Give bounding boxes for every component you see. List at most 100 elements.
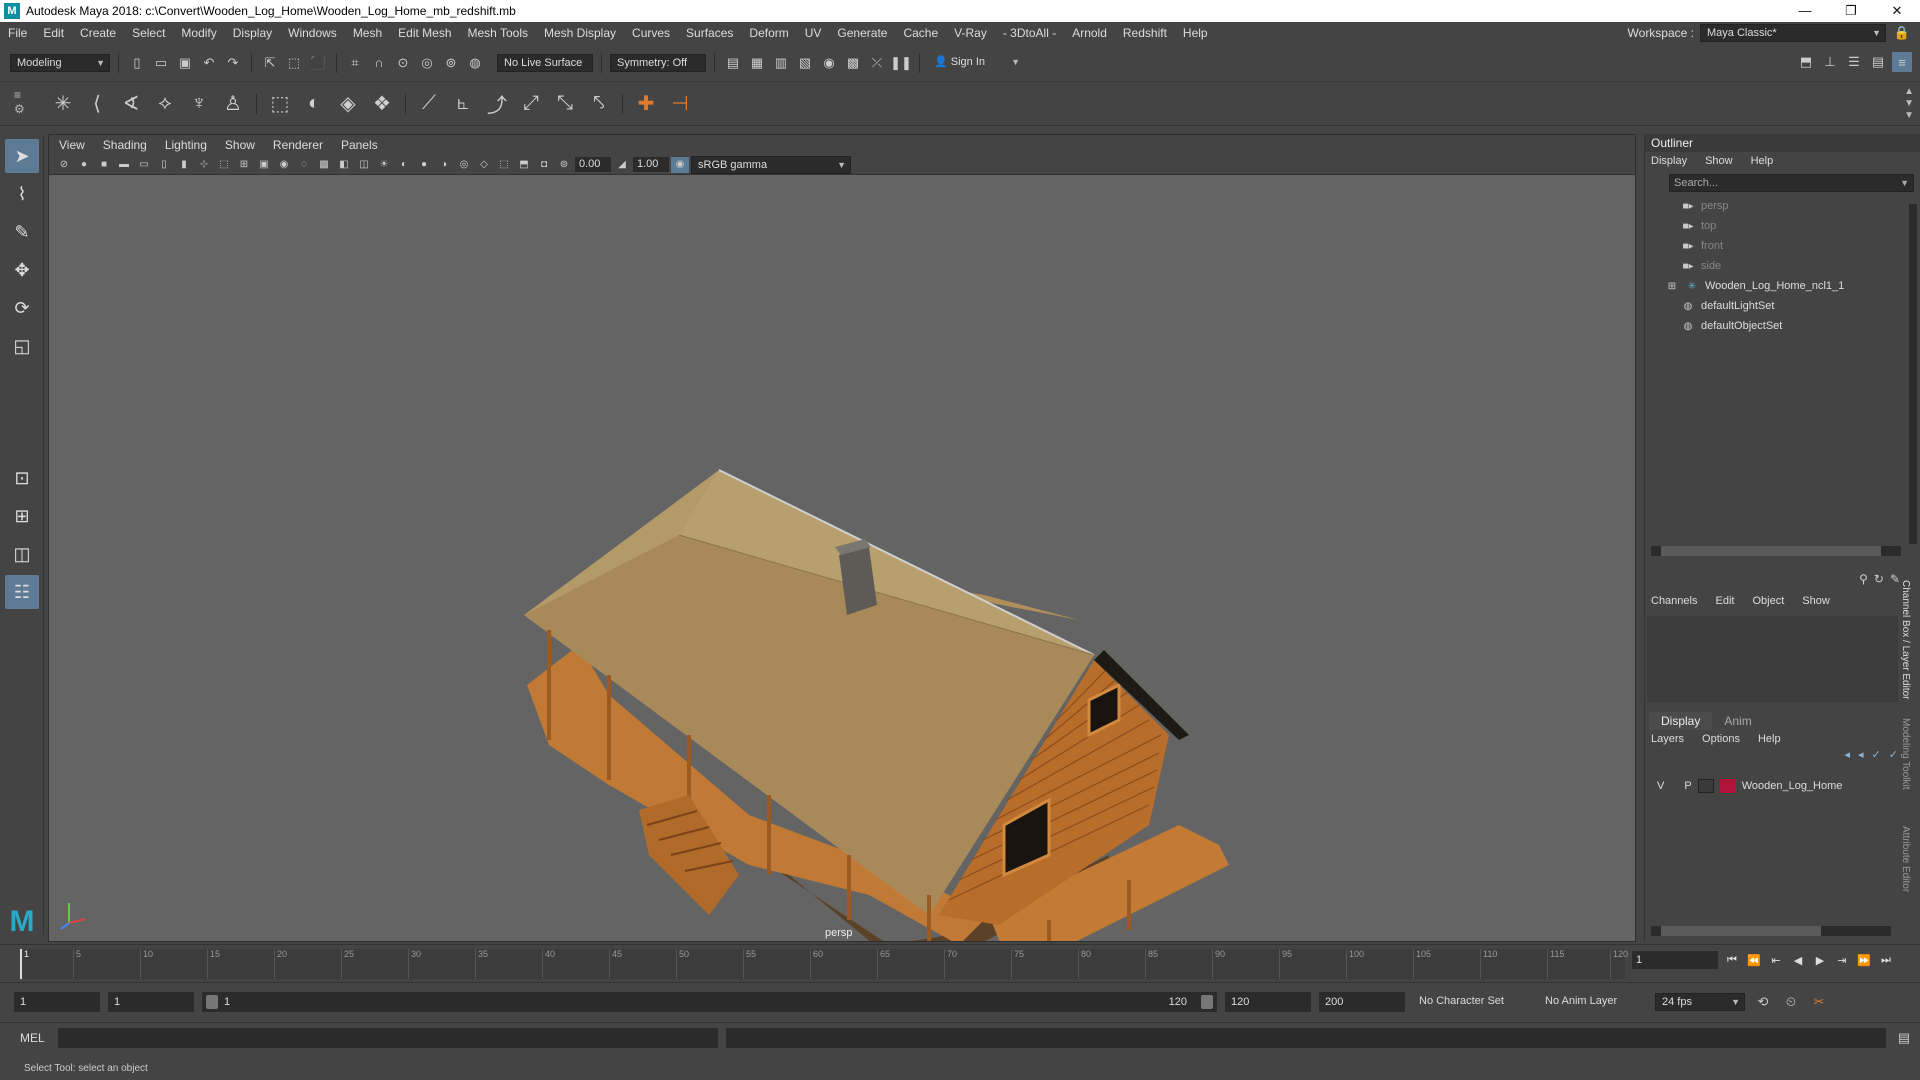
- layer-visibility-toggle[interactable]: V: [1657, 780, 1664, 792]
- channel-menu-show[interactable]: Show: [1802, 595, 1830, 607]
- outliner-item-wooden-log-home[interactable]: ⊞ ✳ Wooden_Log_Home_ncl1_1: [1645, 276, 1920, 296]
- scene-start-field[interactable]: 1: [14, 991, 100, 1012]
- menu-arnold[interactable]: Arnold: [1064, 26, 1115, 40]
- layer-row[interactable]: V P Wooden_Log_Home: [1647, 776, 1918, 796]
- outliner-item-persp[interactable]: ■▸ persp: [1645, 196, 1920, 216]
- menu-mesh[interactable]: Mesh: [345, 26, 390, 40]
- cluster-icon[interactable]: ⟋: [414, 89, 444, 119]
- snap-curve-icon[interactable]: ∩: [369, 53, 389, 73]
- symmetry-dropdown[interactable]: Symmetry: Off: [610, 53, 706, 72]
- range-start-handle[interactable]: [206, 994, 218, 1009]
- skeleton-icon[interactable]: ♆: [184, 89, 214, 119]
- paint-select-icon[interactable]: ✎: [5, 215, 39, 249]
- outliner-search-input[interactable]: Search... ▼: [1669, 174, 1914, 192]
- snap-live-icon[interactable]: ◍: [465, 53, 485, 73]
- image-plane-icon[interactable]: ▬: [115, 157, 133, 173]
- rotate-tool-icon[interactable]: ⟳: [5, 291, 39, 325]
- shelf-scroll-icon[interactable]: ▲ ▼ ▼: [1904, 86, 1914, 122]
- outliner-item-default-light-set[interactable]: ◍ defaultLightSet: [1645, 296, 1920, 316]
- menu-uv[interactable]: UV: [797, 26, 830, 40]
- maximize-button[interactable]: ❐: [1828, 0, 1874, 22]
- layer-color-swatch[interactable]: [1719, 779, 1736, 793]
- range-end-handle[interactable]: [1201, 994, 1213, 1009]
- side-tab-modeling-toolkit[interactable]: Modeling Toolkit: [1900, 718, 1911, 818]
- menu-select[interactable]: Select: [124, 26, 173, 40]
- isolate-select-icon[interactable]: ⬚: [495, 157, 513, 173]
- layers-menu-layers[interactable]: Layers: [1651, 733, 1684, 745]
- close-button[interactable]: ✕: [1874, 0, 1920, 22]
- select-component-icon[interactable]: ⬛: [308, 53, 328, 73]
- color-space-dropdown[interactable]: sRGB gamma ▼: [691, 155, 851, 174]
- pause-render-icon[interactable]: ❚❚: [890, 53, 912, 73]
- modeling-toolkit-icon[interactable]: ⬒: [1796, 52, 1816, 72]
- use-all-lights-icon[interactable]: ☀: [375, 157, 393, 173]
- safe-action-icon[interactable]: ⬚: [215, 157, 233, 173]
- step-back-key-icon[interactable]: ⏪: [1746, 952, 1762, 968]
- menu-edit[interactable]: Edit: [35, 26, 72, 40]
- menu-deform[interactable]: Deform: [741, 26, 796, 40]
- outliner-layout-icon[interactable]: ☷: [5, 575, 39, 609]
- wrap-icon[interactable]: ⤡: [550, 89, 580, 119]
- gamma-field[interactable]: 1.00: [633, 157, 669, 172]
- side-tab-attribute-editor[interactable]: Attribute Editor: [1900, 826, 1911, 926]
- menu-modify[interactable]: Modify: [173, 26, 224, 40]
- menu-surfaces[interactable]: Surfaces: [678, 26, 741, 40]
- time-ruler[interactable]: 1 5 10 15 20 25 30 35 40 45 50 55 60 65 …: [20, 949, 1628, 979]
- save-scene-icon[interactable]: ▣: [175, 53, 195, 73]
- layer-name[interactable]: Wooden_Log_Home: [1742, 780, 1843, 792]
- fps-dropdown[interactable]: 24 fps ▼: [1655, 992, 1745, 1011]
- curve-tool-icon[interactable]: ⟡: [150, 89, 180, 119]
- expand-icon[interactable]: ⊞: [1665, 280, 1679, 292]
- new-layer-selected-icon[interactable]: ✓: [1889, 748, 1898, 768]
- shadows-icon[interactable]: ◐: [395, 157, 413, 173]
- sign-in-button[interactable]: 👤 Sign In ▼: [928, 53, 1024, 72]
- select-object-icon[interactable]: ⬚: [284, 53, 304, 73]
- pole-vector-icon[interactable]: ⊣: [665, 89, 695, 119]
- camera-attributes-icon[interactable]: ●: [75, 157, 93, 173]
- grid-icon[interactable]: ⊞: [235, 157, 253, 173]
- menu-create[interactable]: Create: [72, 26, 124, 40]
- field-chart-icon[interactable]: ⊹: [195, 157, 213, 173]
- script-language-label[interactable]: MEL: [20, 1031, 50, 1045]
- viewport-menu-view[interactable]: View: [59, 138, 85, 152]
- exposure-field[interactable]: 0.00: [575, 157, 611, 172]
- layers-menu-help[interactable]: Help: [1758, 733, 1781, 745]
- film-gate-icon[interactable]: ▭: [135, 157, 153, 173]
- menu-mesh-display[interactable]: Mesh Display: [536, 26, 624, 40]
- character-controls-icon[interactable]: ⊥: [1820, 52, 1840, 72]
- outliner-item-top[interactable]: ■▸ top: [1645, 216, 1920, 236]
- smooth-shade-icon[interactable]: ◉: [275, 157, 293, 173]
- go-to-start-icon[interactable]: ⏮: [1724, 952, 1740, 968]
- open-scene-icon[interactable]: ▭: [151, 53, 171, 73]
- side-tab-channel-box[interactable]: Channel Box / Layer Editor: [1900, 580, 1911, 710]
- outliner-menu-display[interactable]: Display: [1651, 155, 1687, 167]
- outliner-item-default-object-set[interactable]: ◍ defaultObjectSet: [1645, 316, 1920, 336]
- xray-active-icon[interactable]: ◘: [535, 157, 553, 173]
- viewport-menu-lighting[interactable]: Lighting: [165, 138, 207, 152]
- scrollbar-thumb[interactable]: [1661, 926, 1821, 936]
- two-view-icon[interactable]: ◫: [5, 537, 39, 571]
- current-frame-field[interactable]: 1: [1632, 951, 1718, 969]
- command-input[interactable]: [58, 1027, 718, 1048]
- viewport-menu-panels[interactable]: Panels: [341, 138, 378, 152]
- humanik-icon[interactable]: ♙: [218, 89, 248, 119]
- tab-display[interactable]: Display: [1649, 712, 1713, 730]
- layers-hscrollbar[interactable]: [1651, 926, 1891, 936]
- outliner-item-side[interactable]: ■▸ side: [1645, 256, 1920, 276]
- live-surface-field[interactable]: No Live Surface: [497, 53, 593, 72]
- select-tool-icon[interactable]: ➤: [5, 139, 39, 173]
- xray-icon[interactable]: ◫: [355, 157, 373, 173]
- xray-joints-icon[interactable]: ⬒: [515, 157, 533, 173]
- default-material-icon[interactable]: ◌: [295, 157, 313, 173]
- move-layer-down-icon[interactable]: ◂: [1858, 748, 1864, 768]
- textured-icon[interactable]: ▩: [315, 157, 333, 173]
- character-set-dropdown[interactable]: No Character Set: [1413, 992, 1531, 1011]
- channel-box-edit-icon[interactable]: ✎: [1890, 572, 1900, 592]
- ambient-occlusion-icon[interactable]: ●: [415, 157, 433, 173]
- channel-menu-channels[interactable]: Channels: [1651, 595, 1697, 607]
- render-view-icon[interactable]: ▩: [843, 53, 863, 73]
- viewport-menu-renderer[interactable]: Renderer: [273, 138, 323, 152]
- ipr-render-icon[interactable]: ▥: [771, 53, 791, 73]
- step-forward-frame-icon[interactable]: ⇥: [1834, 952, 1850, 968]
- outliner-vscrollbar[interactable]: [1909, 204, 1917, 544]
